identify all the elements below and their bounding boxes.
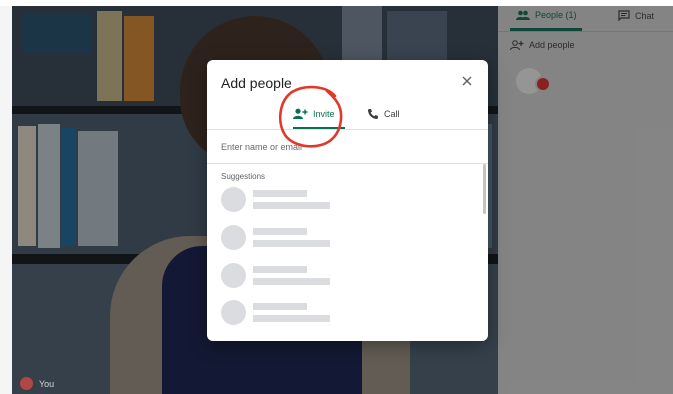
dialog-title: Add people	[221, 75, 292, 91]
suggestion-placeholder	[221, 300, 371, 326]
close-icon	[462, 76, 472, 86]
close-button[interactable]	[458, 73, 476, 91]
tab-invite[interactable]: Invite	[293, 108, 335, 119]
suggestion-placeholder	[221, 263, 371, 289]
phone-icon	[368, 109, 378, 119]
tab-call-label: Call	[384, 109, 400, 119]
scrollbar[interactable]	[483, 164, 486, 214]
name-or-email-input[interactable]	[221, 140, 471, 154]
person-add-icon	[293, 108, 308, 119]
suggestions-heading: Suggestions	[221, 172, 266, 181]
add-people-dialog: Add people Invite Call Suggestions	[207, 60, 488, 341]
tab-invite-label: Invite	[313, 108, 335, 119]
meeting-screen: You People (1) Chat Add people Add peopl…	[0, 0, 673, 394]
suggestion-placeholder	[221, 187, 371, 213]
suggestion-placeholder	[221, 225, 371, 251]
tab-call[interactable]: Call	[367, 108, 400, 120]
